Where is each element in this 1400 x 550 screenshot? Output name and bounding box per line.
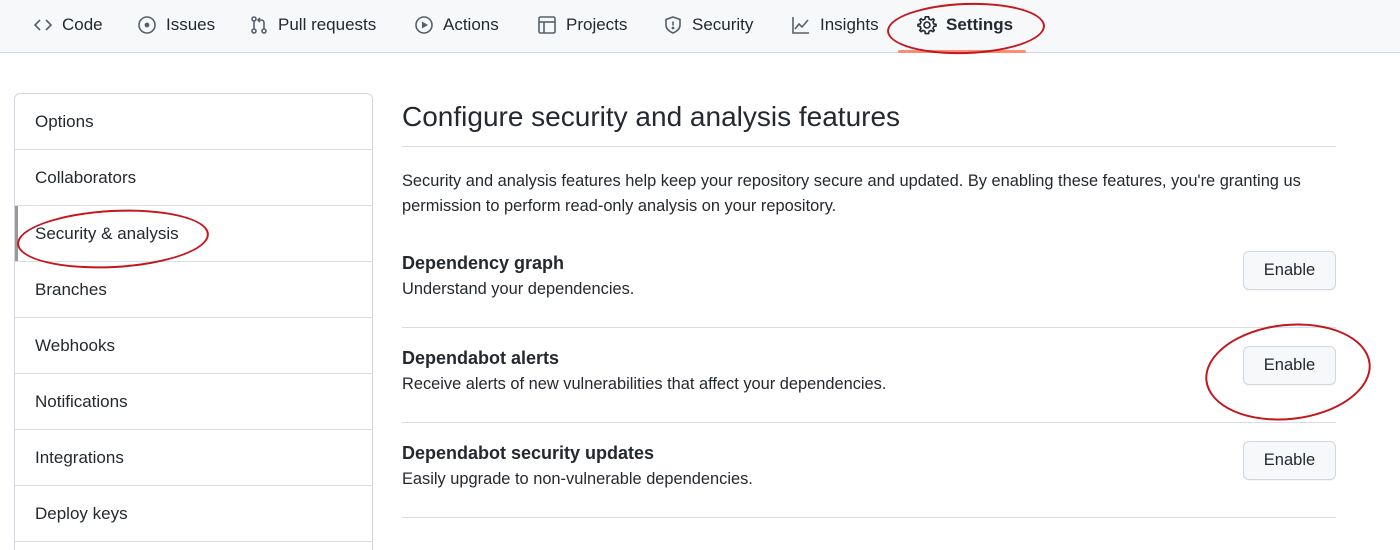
sidebar-item-options[interactable]: Options	[15, 94, 372, 150]
feature-dependabot-alerts: Dependabot alerts Receive alerts of new …	[402, 328, 1336, 423]
feature-dependency-graph: Dependency graph Understand your depende…	[402, 233, 1336, 328]
gear-icon	[917, 16, 937, 35]
tab-label: Pull requests	[278, 15, 377, 34]
sidebar-item-label: Collaborators	[35, 167, 137, 187]
sidebar-item-label: Notifications	[35, 391, 128, 411]
enable-dependency-graph-button[interactable]: Enable	[1243, 251, 1336, 290]
tab-pull-requests[interactable]: Pull requests	[249, 0, 376, 50]
sidebar-item-label: Webhooks	[35, 335, 116, 355]
enable-dependabot-security-updates-button[interactable]: Enable	[1243, 441, 1336, 480]
graph-icon	[792, 17, 809, 34]
feature-description: Receive alerts of new vulnerabilities th…	[402, 375, 887, 393]
feature-description: Understand your dependencies.	[402, 280, 635, 298]
tab-label: Issues	[166, 15, 216, 34]
sidebar-item-label: Security & analysis	[35, 223, 179, 243]
tab-projects[interactable]: Projects	[537, 0, 627, 50]
play-icon	[415, 16, 433, 34]
sidebar-item-label: Branches	[35, 279, 107, 299]
tab-code[interactable]: Code	[33, 0, 103, 50]
enable-dependabot-alerts-button[interactable]: Enable	[1243, 346, 1336, 385]
selected-tab-indicator	[898, 50, 1026, 53]
tab-label: Projects	[566, 15, 628, 34]
shield-icon	[665, 16, 681, 34]
feature-dependabot-security-updates: Dependabot security updates Easily upgra…	[402, 423, 1336, 518]
feature-title: Dependency graph	[402, 253, 565, 273]
tab-label: Settings	[946, 15, 1014, 34]
tab-label: Security	[692, 15, 754, 34]
sidebar-item-notifications[interactable]: Notifications	[15, 374, 372, 430]
tab-issues[interactable]: Issues	[137, 0, 215, 50]
feature-title: Dependabot alerts	[402, 348, 560, 368]
feature-description: Easily upgrade to non-vulnerable depende…	[402, 470, 753, 488]
sidebar-item-label: Options	[35, 111, 94, 131]
tab-label: Code	[62, 15, 103, 34]
tab-insights[interactable]: Insights	[791, 0, 879, 50]
sidebar-item-branches[interactable]: Branches	[15, 262, 372, 318]
tab-label: Insights	[820, 15, 879, 34]
settings-main: Configure security and analysis features…	[402, 93, 1336, 518]
issue-icon	[138, 16, 156, 34]
repo-tab-bar: Code Issues Pull requests Actions Projec…	[0, 0, 1400, 53]
repo-settings-page: Code Issues Pull requests Actions Projec…	[0, 0, 1400, 550]
tab-label: Actions	[443, 15, 499, 34]
pull-request-icon	[251, 16, 267, 34]
sidebar-item-webhooks[interactable]: Webhooks	[15, 318, 372, 374]
feature-title: Dependabot security updates	[402, 443, 655, 463]
sidebar-item-label: Deploy keys	[35, 503, 128, 523]
tab-actions[interactable]: Actions	[414, 0, 499, 50]
page-title: Configure security and analysis features	[402, 93, 1336, 147]
intro-line-1: Security and analysis features help keep…	[402, 172, 1301, 190]
settings-sidebar: Options Collaborators Security & analysi…	[14, 93, 373, 550]
code-icon	[33, 19, 53, 31]
tab-security[interactable]: Security	[663, 0, 753, 50]
intro-line-2: permission to perform read-only analysis…	[402, 197, 837, 215]
sidebar-item-label: Integrations	[35, 447, 124, 467]
sidebar-item-integrations[interactable]: Integrations	[15, 430, 372, 486]
tab-settings[interactable]: Settings	[917, 0, 1013, 50]
sidebar-item-deploy-keys[interactable]: Deploy keys	[15, 486, 372, 542]
sidebar-item-security-analysis[interactable]: Security & analysis	[15, 206, 372, 262]
sidebar-item-collaborators[interactable]: Collaborators	[15, 150, 372, 206]
intro-text: Security and analysis features help keep…	[402, 169, 1336, 219]
table-icon	[538, 16, 556, 34]
